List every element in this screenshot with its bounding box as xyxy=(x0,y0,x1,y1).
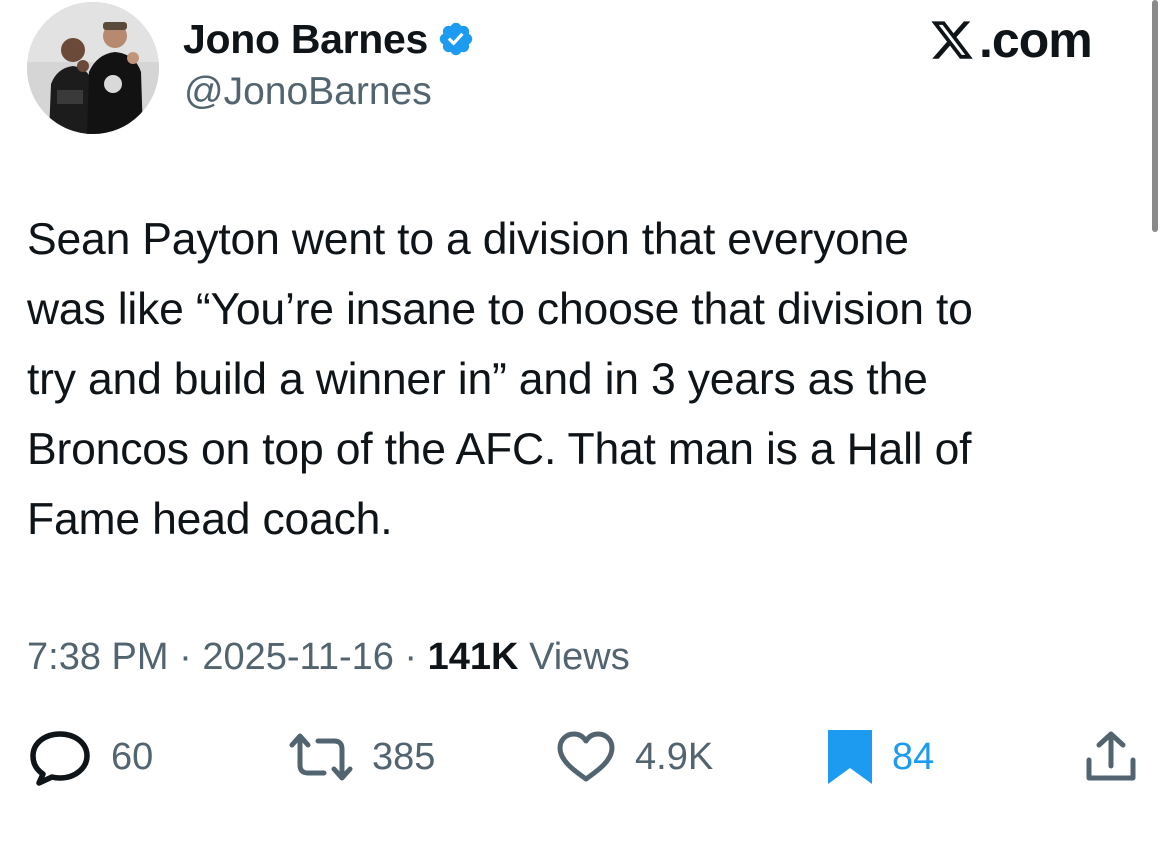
meta-separator: · xyxy=(393,636,428,678)
x-brand: .com xyxy=(929,10,1093,70)
views-count: 141K xyxy=(427,636,519,678)
heart-icon xyxy=(557,731,615,782)
display-name[interactable]: Jono Barnes xyxy=(183,14,428,64)
tweet-time[interactable]: 7:38 PM xyxy=(27,636,169,678)
like-count: 4.9K xyxy=(635,735,714,778)
share-button[interactable] xyxy=(1084,727,1138,787)
author-handle[interactable]: @JonoBarnes xyxy=(184,68,432,116)
bookmark-icon xyxy=(828,730,872,784)
bookmark-button[interactable]: 84 xyxy=(826,727,934,787)
brand-domain-text: .com xyxy=(979,12,1093,68)
avatar[interactable] xyxy=(27,2,159,134)
repost-count: 385 xyxy=(372,735,436,778)
like-button[interactable]: 4.9K xyxy=(555,727,713,787)
views-label: Views xyxy=(529,636,630,678)
bookmark-count: 84 xyxy=(892,735,935,778)
x-logo-icon xyxy=(931,21,973,59)
author-name-row[interactable]: Jono Barnes xyxy=(183,14,475,64)
reply-icon xyxy=(30,731,90,786)
reply-count: 60 xyxy=(111,735,154,778)
tweet-date[interactable]: 2025-11-16 xyxy=(202,636,394,678)
meta-separator: · xyxy=(168,636,203,678)
repost-button[interactable]: 385 xyxy=(288,727,435,787)
repost-icon xyxy=(289,733,353,781)
profile-photo xyxy=(27,2,159,134)
scrollbar[interactable] xyxy=(1152,0,1158,232)
share-icon xyxy=(1086,731,1136,781)
tweet-meta: 7:38 PM · 2025-11-16 · 141K Views xyxy=(27,632,630,682)
verified-badge-icon xyxy=(439,22,473,56)
tweet-text: Sean Payton went to a division that ever… xyxy=(27,215,973,544)
reply-button[interactable]: 60 xyxy=(27,727,153,787)
